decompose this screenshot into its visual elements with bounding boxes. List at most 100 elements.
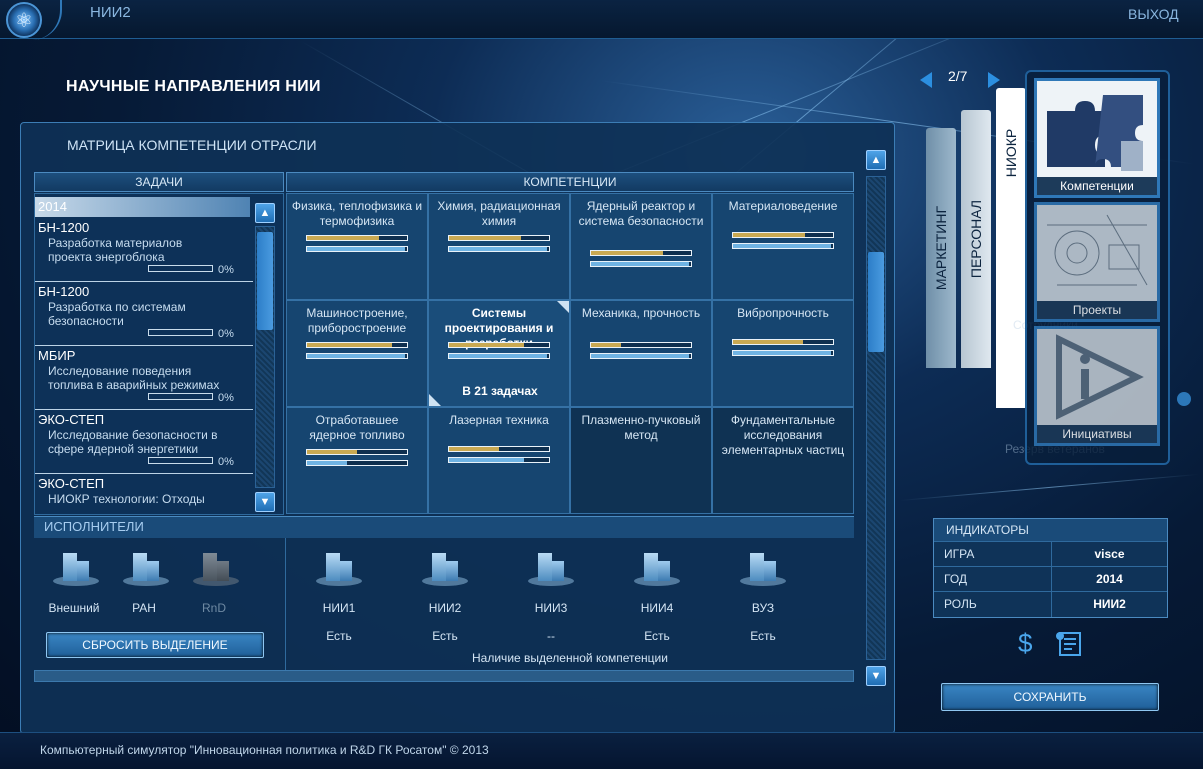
competency-cell[interactable]: Механика, прочность <box>570 300 712 407</box>
competency-label: Плазменно-пучковый метод <box>581 413 701 442</box>
executor-label: Внешний <box>48 601 100 615</box>
main-scroll-thumb[interactable] <box>868 252 884 352</box>
task-description: НИОКР технологии: Отходы <box>48 492 205 506</box>
task-progress-bar <box>148 265 213 272</box>
competency-blue-bar <box>590 261 692 267</box>
pager-prev-icon[interactable] <box>918 70 934 90</box>
executor-building-icon[interactable] <box>312 548 366 586</box>
indicators-title: ИНДИКАТОРЫ <box>934 519 1167 541</box>
executor-building-icon[interactable] <box>418 548 472 586</box>
indicators-panel: ИНДИКАТОРЫ ИГРА visce ГОД 2014 РОЛЬ НИИ2 <box>933 518 1168 618</box>
document-icon[interactable] <box>1054 630 1084 658</box>
horizontal-scrollbar[interactable] <box>34 670 854 682</box>
competency-cell[interactable]: Лазерная техника <box>428 407 570 514</box>
tasks-scroll-thumb[interactable] <box>257 232 273 330</box>
competency-blue-bar <box>590 353 692 359</box>
task-item[interactable]: ЭКО-СТЕП НИОКР технологии: Отходы <box>35 474 253 514</box>
main-scroll-up-button[interactable]: ▲ <box>866 150 886 170</box>
tab-personnel[interactable]: ПЕРСОНАЛ <box>961 110 991 368</box>
executor-label: RnD <box>201 601 226 615</box>
tasks-scroll-track[interactable] <box>255 226 275 488</box>
task-item[interactable]: МБИР Исследование поведения топлива в ава… <box>35 346 253 410</box>
competency-label: Отработавшее ядерное топливо <box>309 413 405 442</box>
executor-label: РАН <box>132 601 156 615</box>
card-initiatives[interactable]: Инициативы <box>1034 326 1160 446</box>
save-button[interactable]: СОХРАНИТЬ <box>941 683 1159 711</box>
executor-building-icon[interactable] <box>119 548 173 586</box>
competency-cell[interactable]: Фундаментальные исследования элементарны… <box>712 407 854 514</box>
selection-corner <box>557 301 569 313</box>
executors-title: ИСПОЛНИТЕЛИ <box>44 519 144 534</box>
competency-label: Ядерный реактор и система безопасности <box>578 199 704 228</box>
competency-cell[interactable]: Машиностроение, приборостроение <box>286 300 428 407</box>
executor-building-icon[interactable] <box>49 548 103 586</box>
competency-cell[interactable]: Вибропрочность <box>712 300 854 407</box>
task-description: Разработка по системам безопасности <box>48 300 186 328</box>
task-code: МБИР <box>38 348 76 363</box>
play-icon <box>1037 329 1157 425</box>
task-progress-bar <box>148 457 213 464</box>
competency-cell[interactable]: Отработавшее ядерное топливо <box>286 407 428 514</box>
side-handle[interactable] <box>1177 392 1191 406</box>
competency-blue-bar <box>732 350 834 356</box>
money-icon[interactable]: $ <box>1018 628 1032 659</box>
tab-niokr[interactable]: НИОКР <box>996 88 1026 408</box>
task-description: Разработка материалов проекта энергоблок… <box>48 236 183 264</box>
page-title: НАУЧНЫЕ НАПРАВЛЕНИЯ НИИ <box>66 78 321 95</box>
tab-marketing[interactable]: МАРКЕТИНГ <box>926 128 956 368</box>
competency-cell[interactable]: Системы проектирования и разработкиВ 21 … <box>428 300 570 407</box>
competency-gold-bar <box>448 235 550 241</box>
card-projects[interactable]: Проекты <box>1034 202 1160 322</box>
competency-gold-bar <box>306 235 408 241</box>
competency-label: Материаловедение <box>728 199 838 213</box>
selection-corner <box>429 394 441 406</box>
indicator-value: НИИ2 <box>1093 597 1126 611</box>
executor-label: НИИ2 <box>428 601 462 615</box>
task-progress-bar <box>148 393 213 400</box>
main-scroll-track[interactable] <box>866 176 886 660</box>
task-item[interactable]: БН-1200 Разработка по системам безопаснос… <box>35 282 253 346</box>
main-scroll-down-button[interactable]: ▼ <box>866 666 886 686</box>
task-code: БН-1200 <box>38 284 90 299</box>
executor-label: ВУЗ <box>751 601 775 615</box>
task-progress-value: 0% <box>218 264 234 276</box>
executor-label: НИИ4 <box>640 601 674 615</box>
indicator-value: 2014 <box>1096 572 1123 586</box>
indicator-key: РОЛЬ <box>944 597 977 611</box>
executor-status: Есть <box>326 629 352 643</box>
competency-cell[interactable]: Плазменно-пучковый метод <box>570 407 712 514</box>
atom-icon[interactable]: ⚛ <box>6 2 42 38</box>
indicator-key: ИГРА <box>944 547 975 561</box>
executor-building-icon[interactable] <box>630 548 684 586</box>
top-bar <box>0 0 1203 39</box>
competency-cell[interactable]: Материаловедение <box>712 193 854 300</box>
competency-cell[interactable]: Физика, теплофизика и термофизика <box>286 193 428 300</box>
app-title: НИИ2 <box>90 4 131 21</box>
competency-gold-bar <box>306 449 408 455</box>
tasks-scroll-down-button[interactable]: ▼ <box>255 492 275 512</box>
panel-title: МАТРИЦА КОМПЕТЕНЦИИ ОТРАСЛИ <box>67 137 317 153</box>
competency-cell[interactable]: Ядерный реактор и система безопасности <box>570 193 712 300</box>
task-code: ЭКО-СТЕП <box>38 412 105 427</box>
puzzle-icon <box>1037 81 1157 177</box>
executor-building-icon[interactable] <box>189 548 243 586</box>
pager-next-icon[interactable] <box>986 70 1002 90</box>
task-item[interactable]: БН-1200 Разработка материалов проекта эне… <box>35 218 253 282</box>
task-item[interactable]: ЭКО-СТЕП Исследование безопасности в сфер… <box>35 410 253 474</box>
competency-cell[interactable]: Химия, радиационная химия <box>428 193 570 300</box>
competency-gold-bar <box>448 446 550 452</box>
executor-status: -- <box>547 629 555 643</box>
tasks-scroll-up-button[interactable]: ▲ <box>255 203 275 223</box>
reset-selection-button[interactable]: СБРОСИТЬ ВЫДЕЛЕНИЕ <box>46 632 264 658</box>
executor-building-icon[interactable] <box>524 548 578 586</box>
card-competencies[interactable]: Компетенции <box>1034 78 1160 198</box>
tasks-header: ЗАДАЧИ <box>34 172 284 192</box>
year-row[interactable]: 2014 <box>35 197 250 217</box>
executor-building-icon[interactable] <box>736 548 790 586</box>
competency-matrix: Физика, теплофизика и термофизика Химия, … <box>286 193 854 515</box>
task-description: Исследование поведения топлива в аварийн… <box>48 364 220 392</box>
competency-label: Химия, радиационная химия <box>437 199 561 228</box>
exit-button[interactable]: ВЫХОД <box>1128 6 1179 22</box>
competencies-header: КОМПЕТЕНЦИИ <box>286 172 854 192</box>
task-progress-bar <box>148 329 213 336</box>
